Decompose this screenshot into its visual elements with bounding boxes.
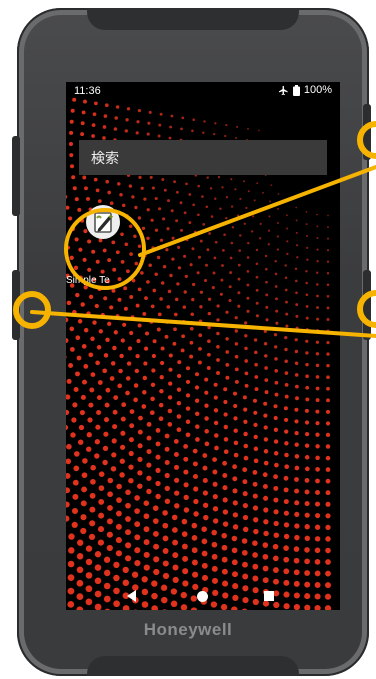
- device-screen: 11:36 100% 検索 Simple Te: [66, 82, 340, 610]
- scan-button-left[interactable]: [12, 270, 20, 340]
- app-label: Simple Te: [66, 275, 110, 286]
- search-bar[interactable]: 検索: [79, 140, 327, 175]
- recents-square-icon[interactable]: [264, 591, 274, 601]
- device-bumper-top: [87, 8, 299, 30]
- volume-button[interactable]: [12, 136, 20, 216]
- app-simple-te[interactable]: Simple Te: [66, 202, 132, 292]
- device-brand-logo: Honeywell: [143, 620, 233, 639]
- device-bumper-bottom: [87, 656, 299, 676]
- scan-button-right[interactable]: [363, 270, 371, 340]
- navigation-bar: [66, 582, 340, 610]
- status-bar: 11:36 100%: [66, 82, 340, 100]
- pencil-document-icon[interactable]: [86, 205, 120, 239]
- power-button[interactable]: [363, 104, 371, 160]
- search-placeholder: 検索: [91, 150, 119, 167]
- status-time: 11:36: [74, 85, 101, 97]
- battery-icon: [292, 84, 300, 96]
- battery-percent: 100%: [303, 84, 332, 96]
- back-triangle-icon[interactable]: [127, 590, 136, 602]
- home-circle-icon[interactable]: [197, 591, 208, 602]
- airplane-mode-icon: [278, 85, 288, 95]
